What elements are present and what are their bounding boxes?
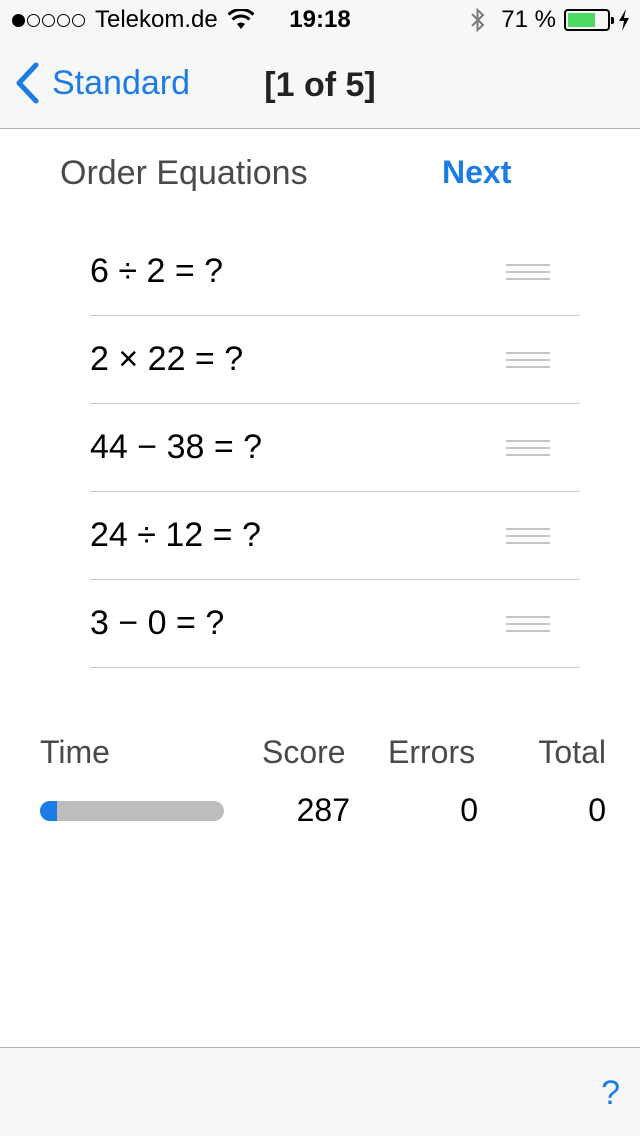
errors-value: 0 [460,792,478,828]
equation-row-3[interactable]: 44 − 38 = ? [90,404,580,492]
equation-text: 3 − 0 = ? [90,604,225,642]
equation-text: 44 − 38 = ? [90,428,263,466]
reorder-handle-icon[interactable] [506,440,550,456]
equation-row-4[interactable]: 24 ÷ 12 = ? [90,492,580,580]
errors-label: Errors [388,734,476,770]
status-right: 71 % [469,6,630,34]
time-progress-fill [40,801,57,821]
equation-text: 2 × 22 = ? [90,340,244,378]
time-label: Time [40,734,110,770]
total-label: Total [538,734,606,770]
page-title: [1 of 5] [264,66,376,104]
help-button[interactable]: ? [601,1074,620,1113]
equation-text: 6 ÷ 2 = ? [90,252,224,290]
battery-icon [564,9,614,31]
equation-row-1[interactable]: 6 ÷ 2 = ? [90,228,580,316]
bottom-toolbar: ? [0,1047,640,1136]
navigation-bar: Standard [1 of 5] [0,40,640,129]
time-progress-bar [40,801,224,821]
charging-icon [619,9,629,31]
score-value: 287 [296,792,350,828]
status-bar: Telekom.de 19:18 71 % [0,0,640,40]
reorder-handle-icon[interactable] [506,352,550,368]
bluetooth-icon [471,7,485,33]
equation-text: 24 ÷ 12 = ? [90,516,261,554]
battery-percent: 71 % [501,6,556,33]
total-value: 0 [588,792,606,828]
next-button[interactable]: Next [442,154,511,191]
score-label: Score [262,734,346,770]
equation-list: 6 ÷ 2 = ? 2 × 22 = ? 44 − 38 = ? 24 ÷ 12… [90,228,580,668]
reorder-handle-icon[interactable] [506,528,550,544]
equation-row-5[interactable]: 3 − 0 = ? [90,580,580,668]
battery-level [568,13,595,27]
section-title: Order Equations [60,154,308,192]
reorder-handle-icon[interactable] [506,616,550,632]
reorder-handle-icon[interactable] [506,264,550,280]
equation-row-2[interactable]: 2 × 22 = ? [90,316,580,404]
